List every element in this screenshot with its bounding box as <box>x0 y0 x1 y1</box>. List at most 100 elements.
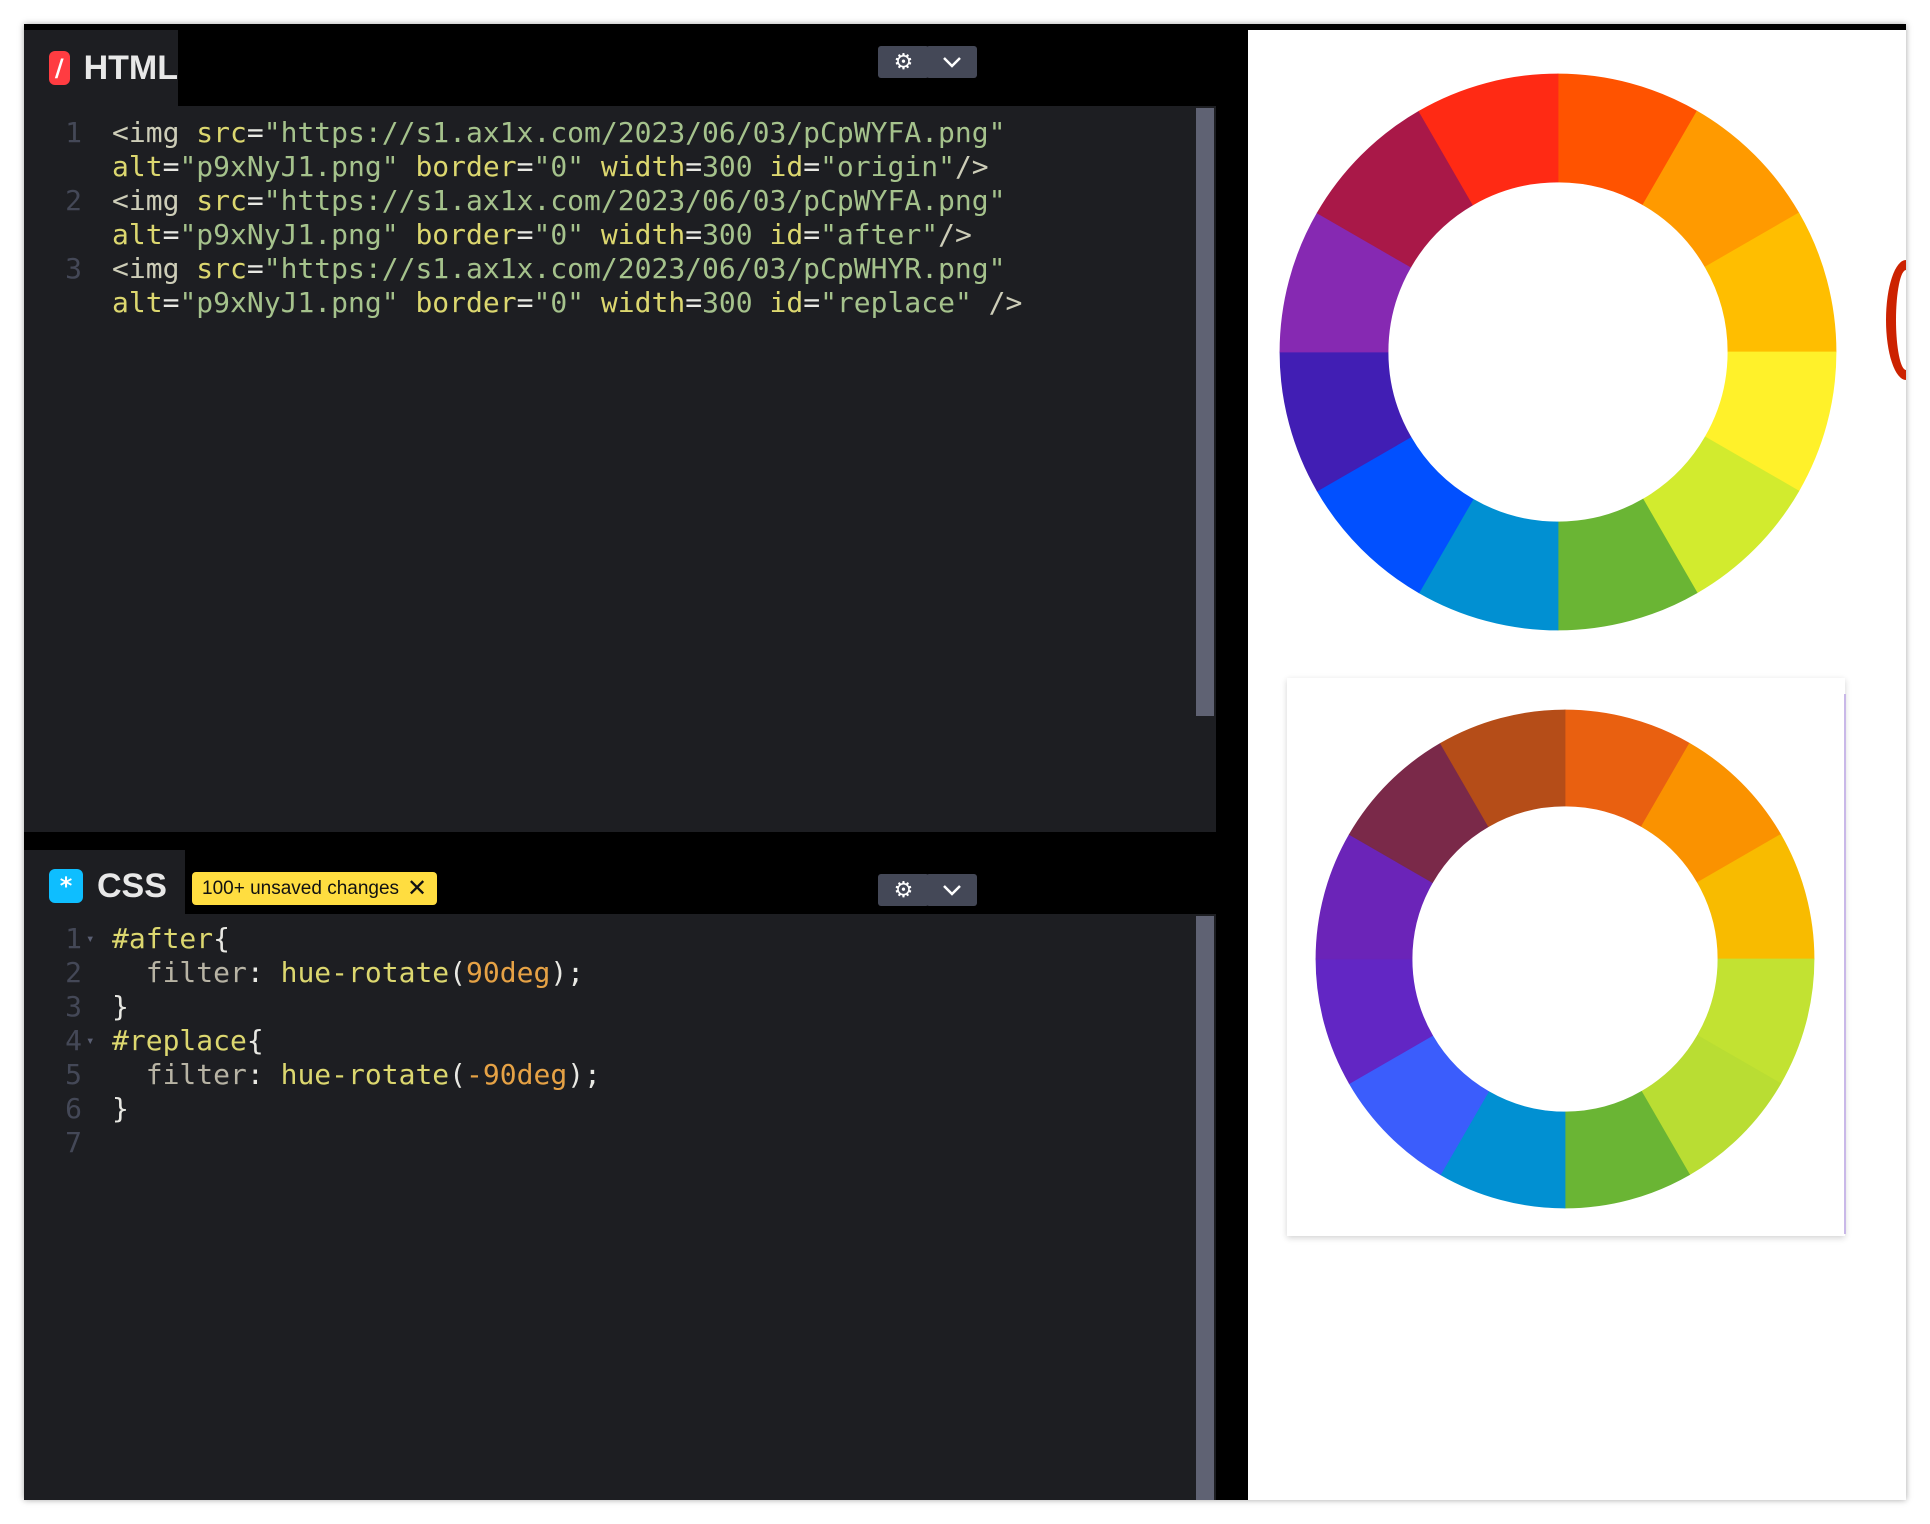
code-token: 90deg <box>466 956 551 989</box>
code-token: <img <box>112 116 197 149</box>
tab-css[interactable]: * CSS <box>24 850 185 922</box>
code-token: hue-rotate <box>280 1058 450 1091</box>
line-source: alt="p9xNyJ1.png" border="0" width=300 i… <box>112 282 1022 324</box>
preview-pane <box>1248 30 1906 1500</box>
code-token: alt <box>112 218 163 251</box>
code-token: <img <box>112 184 197 217</box>
code-token: = <box>162 218 180 251</box>
code-token: "p9xNyJ1.png" <box>179 286 399 319</box>
html-collapse-button[interactable] <box>926 46 977 78</box>
code-token: = <box>685 286 703 319</box>
css-code-editor[interactable]: 1 ▾ #after{2 filter: hue-rotate(90deg); 3} 4… <box>24 914 1216 1500</box>
code-token: ); <box>567 1058 601 1091</box>
code-token: filter <box>145 956 247 989</box>
editor-preview-resizer[interactable] <box>1216 24 1248 1500</box>
code-token: width <box>600 150 686 183</box>
code-token: "p9xNyJ1.png" <box>179 218 399 251</box>
code-token: id <box>769 286 804 319</box>
unsaved-changes-badge[interactable]: 100+ unsaved changes ✕ <box>192 872 438 905</box>
codepen-window: / HTML ⚙ 1 <img src="https://s1.ax1x.com/… <box>24 24 1906 1500</box>
code-token: id <box>769 218 804 251</box>
code-token: alt <box>112 286 163 319</box>
code-token: border <box>415 150 517 183</box>
css-settings-button[interactable]: ⚙ <box>878 874 929 906</box>
code-token: "p9xNyJ1.png" <box>179 150 399 183</box>
code-token: border <box>415 286 517 319</box>
html-settings-button[interactable]: ⚙ <box>878 46 929 78</box>
code-token: = <box>803 286 821 319</box>
code-token: "origin" <box>820 150 955 183</box>
code-token: = <box>162 150 180 183</box>
code-token: border <box>415 218 517 251</box>
tab-html[interactable]: / HTML <box>24 30 178 106</box>
chevron-down-icon <box>942 57 961 68</box>
code-token: = <box>516 150 534 183</box>
css-collapse-button[interactable] <box>926 874 977 906</box>
css-scrollbar[interactable] <box>1196 916 1214 1500</box>
code-token: width <box>600 286 686 319</box>
code-token: /> <box>938 218 972 251</box>
code-token: -90deg <box>466 1058 568 1091</box>
code-token: src <box>196 252 247 285</box>
code-token: ( <box>449 956 467 989</box>
code-token: id <box>769 150 804 183</box>
code-token: ); <box>550 956 585 989</box>
code-token: = <box>685 150 703 183</box>
code-token: /> <box>954 150 989 183</box>
code-token: "replace" <box>820 286 972 319</box>
code-token: { <box>246 1024 264 1057</box>
html-scrollbar[interactable] <box>1196 108 1214 716</box>
editor-column: / HTML ⚙ 1 <img src="https://s1.ax1x.com/… <box>24 24 1248 1500</box>
html-panel-header: / HTML ⚙ <box>24 24 1216 106</box>
code-token: src <box>196 184 247 217</box>
code-token: "0" <box>533 150 585 183</box>
code-token: "https://s1.ax1x.com/2023/06/03/pCpWYFA.… <box>263 184 1006 217</box>
code-token: hue-rotate <box>280 956 450 989</box>
code-token: "https://s1.ax1x.com/2023/06/03/pCpWYFA.… <box>263 116 1006 149</box>
code-token: 300 <box>702 218 753 251</box>
code-token: "after" <box>820 218 939 251</box>
code-token: = <box>246 184 264 217</box>
code-line: 7 <box>24 1122 1194 1164</box>
code-token: } <box>112 990 129 1023</box>
frame-edge-line <box>1844 694 1846 1234</box>
html-panel-title: HTML <box>83 48 178 87</box>
gear-icon: ⚙ <box>893 49 914 75</box>
code-line: alt="p9xNyJ1.png" border="0" width=300 i… <box>24 282 1194 324</box>
code-token: /> <box>971 286 1023 319</box>
html-code-editor[interactable]: 1 <img src="https://s1.ax1x.com/2023/06/0… <box>24 106 1216 846</box>
code-token: = <box>516 286 534 319</box>
code-token: #after <box>112 922 214 955</box>
code-token: = <box>246 252 264 285</box>
code-token: "0" <box>533 218 585 251</box>
close-icon[interactable]: ✕ <box>407 876 427 901</box>
code-token: #replace <box>112 1024 247 1057</box>
codepen-css-icon: * <box>49 869 83 903</box>
code-token: = <box>803 150 821 183</box>
code-token: = <box>685 218 703 251</box>
unsaved-changes-label: 100+ unsaved changes <box>202 877 400 899</box>
code-token: = <box>162 286 180 319</box>
gear-icon: ⚙ <box>893 877 914 903</box>
color-wheel-replace <box>1315 709 1815 1209</box>
css-panel-title: CSS <box>97 866 167 905</box>
chevron-down-icon <box>942 885 961 896</box>
code-token: } <box>112 1092 129 1125</box>
css-panel-header: * CSS 100+ unsaved changes ✕ ⚙ <box>24 832 1216 922</box>
code-token: alt <box>112 150 163 183</box>
code-token: filter <box>145 1058 247 1091</box>
code-token: "https://s1.ax1x.com/2023/06/03/pCpWHYR.… <box>263 252 1006 285</box>
code-token: { <box>213 922 231 955</box>
code-token: src <box>196 116 247 149</box>
code-token: : <box>246 1058 281 1091</box>
code-token: = <box>803 218 821 251</box>
code-token: 300 <box>702 150 753 183</box>
